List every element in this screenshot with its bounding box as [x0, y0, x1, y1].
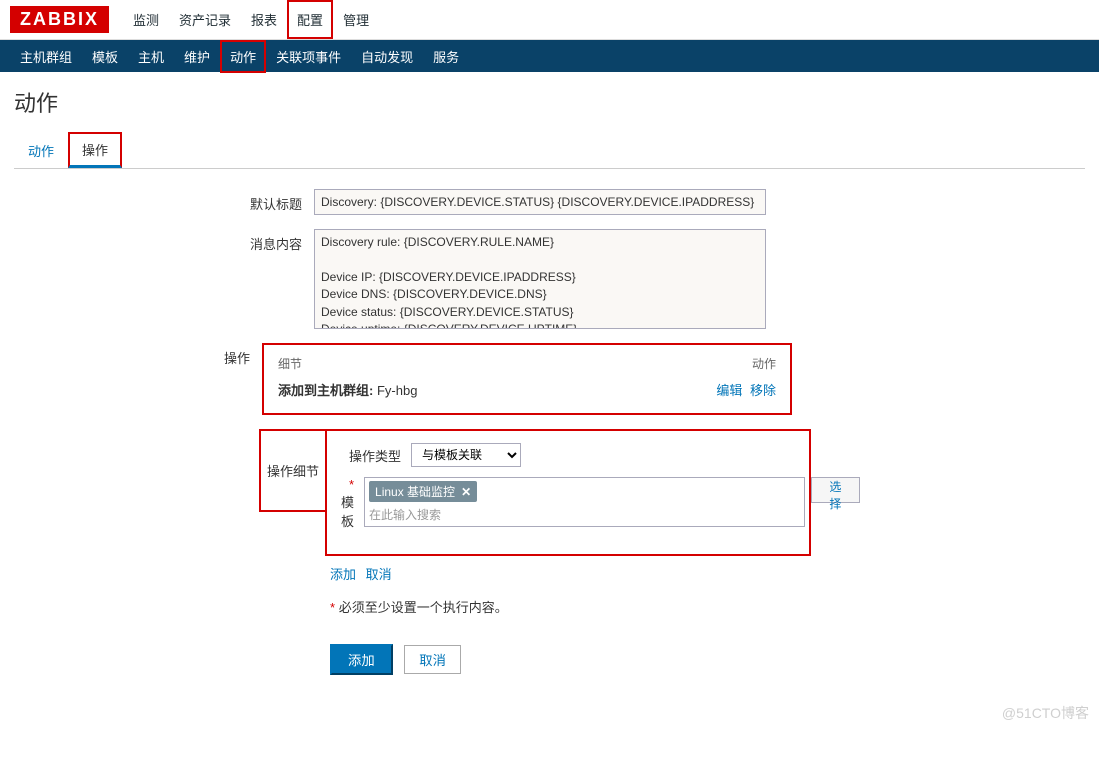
- operations-head: 细节 动作: [278, 355, 776, 372]
- page-content: 动作 动作 操作 默认标题 消息内容 Discovery rule: {DISC…: [0, 72, 1099, 729]
- textarea-message[interactable]: Discovery rule: {DISCOVERY.RULE.NAME} De…: [314, 229, 766, 329]
- multiselect-template[interactable]: Linux 基础监控 ✕ 在此输入搜索: [364, 477, 805, 527]
- operations-head-action: 动作: [752, 355, 776, 372]
- subnav-hostgroups[interactable]: 主机群组: [10, 40, 82, 73]
- subnav-templates[interactable]: 模板: [82, 40, 128, 73]
- template-tag-remove-icon[interactable]: ✕: [461, 485, 471, 499]
- operation-detail-box: 操作类型 与模板关联 模板 Linux 基础监控: [325, 429, 811, 556]
- input-default-title[interactable]: [314, 189, 766, 215]
- subnav-services[interactable]: 服务: [423, 40, 469, 73]
- topnav-monitor[interactable]: 监测: [123, 0, 169, 39]
- form-area: 默认标题 消息内容 Discovery rule: {DISCOVERY.RUL…: [14, 189, 1085, 675]
- operations-box: 细节 动作 添加到主机群组: Fy-hbg 编辑 移除: [262, 343, 792, 415]
- operation-prefix: 添加到主机群组:: [278, 383, 373, 398]
- label-operation-detail: 操作细节: [259, 429, 327, 512]
- label-template: 模板: [341, 477, 364, 530]
- row-default-title: 默认标题: [14, 189, 1085, 215]
- asterisk-icon: *: [330, 600, 335, 615]
- operation-edit-link[interactable]: 编辑: [716, 383, 742, 398]
- topnav-reports[interactable]: 报表: [241, 0, 287, 39]
- select-template-button[interactable]: 选择: [811, 477, 860, 503]
- topnav-admin[interactable]: 管理: [333, 0, 379, 39]
- topnav-inventory[interactable]: 资产记录: [169, 0, 241, 39]
- row-detail-links: 添加 取消: [14, 564, 1085, 583]
- top-nav: ZABBIX 监测 资产记录 报表 配置 管理: [0, 0, 1099, 40]
- subnav-maintenance[interactable]: 维护: [174, 40, 220, 73]
- page-title: 动作: [14, 86, 1085, 118]
- submit-cancel-button[interactable]: 取消: [404, 645, 461, 674]
- sub-nav: 主机群组 模板 主机 维护 动作 关联项事件 自动发现 服务: [0, 40, 1099, 72]
- label-operations: 操作: [14, 343, 262, 367]
- detail-row-template: 模板 Linux 基础监控 ✕ 在此输入搜索 选择: [341, 477, 795, 530]
- topnav-active-arrow-icon: [305, 40, 317, 46]
- operation-group: Fy-hbg: [377, 383, 417, 398]
- row-submit: 添加 取消: [14, 630, 1085, 675]
- spacer-submit: [14, 630, 330, 635]
- template-tag: Linux 基础监控 ✕: [369, 481, 477, 502]
- template-placeholder: 在此输入搜索: [369, 506, 800, 523]
- label-message: 消息内容: [14, 229, 314, 253]
- operation-remove-link[interactable]: 移除: [750, 383, 776, 398]
- label-default-title: 默认标题: [14, 189, 314, 213]
- logo: ZABBIX: [10, 6, 109, 33]
- operations-head-detail: 细节: [278, 355, 752, 372]
- detail-cancel-link[interactable]: 取消: [366, 567, 392, 582]
- row-operations: 操作 细节 动作 添加到主机群组: Fy-hbg 编辑 移除: [14, 343, 1085, 415]
- operation-row: 添加到主机群组: Fy-hbg 编辑 移除: [278, 380, 776, 399]
- spacer-links: [14, 564, 330, 569]
- spacer-operation-detail: [14, 429, 259, 434]
- submit-add-button[interactable]: 添加: [330, 644, 393, 675]
- operation-row-text: 添加到主机群组: Fy-hbg: [278, 380, 712, 399]
- topnav-config[interactable]: 配置: [287, 0, 333, 39]
- tabs: 动作 操作: [14, 132, 1085, 169]
- detail-add-link[interactable]: 添加: [330, 567, 356, 582]
- subnav-actions[interactable]: 动作: [220, 40, 266, 73]
- tab-operations[interactable]: 操作: [68, 132, 122, 168]
- tab-action[interactable]: 动作: [14, 133, 68, 168]
- template-tag-text: Linux 基础监控: [375, 483, 455, 500]
- select-op-type[interactable]: 与模板关联: [411, 443, 521, 467]
- row-message: 消息内容 Discovery rule: {DISCOVERY.RULE.NAM…: [14, 229, 1085, 329]
- note-text: 必须至少设置一个执行内容。: [339, 600, 508, 615]
- row-note: * 必须至少设置一个执行内容。: [14, 597, 1085, 616]
- subnav-discovery[interactable]: 自动发现: [351, 40, 423, 73]
- spacer-note: [14, 597, 330, 602]
- row-operation-detail: 操作细节 操作类型 与模板关联 模板: [14, 429, 1085, 556]
- watermark: @51CTO博客: [1002, 703, 1089, 723]
- label-op-type: 操作类型: [341, 446, 411, 465]
- detail-row-type: 操作类型 与模板关联: [341, 443, 795, 467]
- subnav-hosts[interactable]: 主机: [128, 40, 174, 73]
